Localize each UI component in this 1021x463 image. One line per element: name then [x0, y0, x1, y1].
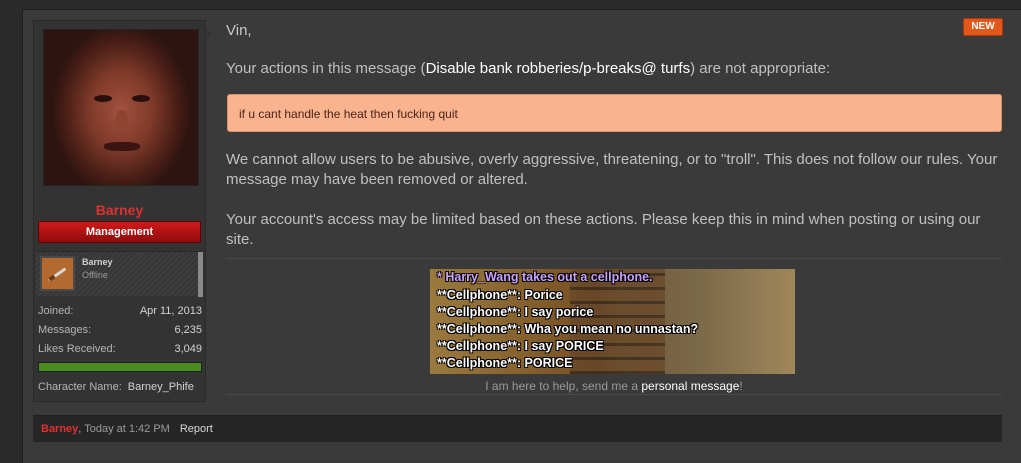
new-badge: NEW [963, 18, 1003, 36]
avatar-nose [116, 110, 128, 132]
reputation-bar [38, 362, 202, 372]
quoted-message: if u cant handle the heat then fucking q… [227, 94, 1002, 132]
signature-divider [226, 258, 1002, 259]
sig-line: **Cellphone**: I say PORICE [437, 339, 604, 353]
footer-divider [226, 394, 1002, 395]
stat-label: Likes Received: [38, 343, 116, 355]
avatar-mouth [104, 142, 140, 151]
caption-text: I am here to help, send me a [485, 379, 642, 393]
card-scrollbar[interactable] [198, 252, 203, 297]
sig-line: **Cellphone**: PORICE [437, 356, 573, 370]
sig-line: **Cellphone**: Wha you mean no unnastan? [437, 322, 699, 336]
shotgun-icon [48, 267, 67, 282]
character-avatar [40, 256, 75, 291]
stat-value[interactable]: 6,235 [174, 324, 202, 343]
stat-label: Joined: [38, 305, 74, 317]
report-link[interactable]: Report [180, 423, 213, 435]
character-name-row: Character Name: Barney_Phife [38, 381, 202, 393]
p1-text: Your actions in this message ( [226, 60, 426, 77]
message-paragraph-2: We cannot allow users to be abusive, ove… [226, 151, 998, 188]
greeting: Vin, [226, 22, 252, 39]
user-stats: Joined: Apr 11, 2013 Messages: 6,235 Lik… [38, 305, 202, 362]
sig-line: * Harry_Wang takes out a cellphone. [437, 270, 653, 284]
personal-message-link[interactable]: personal message [641, 379, 739, 393]
signature-image: * Harry_Wang takes out a cellphone. **Ce… [430, 269, 795, 374]
message-paragraph-3: Your account's access may be limited bas… [226, 211, 981, 248]
username[interactable]: Barney [34, 202, 205, 218]
stat-messages: Messages: 6,235 [38, 324, 202, 343]
character-card: Barney Offline [36, 251, 203, 297]
sig-line: **Cellphone**: Porice [437, 288, 563, 302]
footer-date[interactable]: , Today at 1:42 PM [78, 423, 170, 435]
stat-value: 3,049 [174, 343, 202, 355]
thread-title-link[interactable]: Disable bank robberies/p-breaks@ turfs [426, 60, 691, 77]
character-status: Offline [82, 270, 108, 280]
footer-author-link[interactable]: Barney [41, 423, 78, 435]
stat-joined: Joined: Apr 11, 2013 [38, 305, 202, 324]
character-name: Barney [82, 257, 113, 267]
avatar[interactable] [43, 29, 199, 186]
stat-value: Apr 11, 2013 [139, 305, 202, 317]
sidebar-pointer [206, 29, 211, 39]
avatar-eye-right [132, 95, 150, 102]
role-badge: Management [38, 221, 201, 243]
user-sidebar: Barney Management Barney Offline Joined:… [33, 20, 206, 402]
character-name-label: Character Name: [38, 381, 122, 393]
avatar-eye-left [94, 95, 112, 102]
p1-text-end: ) are not appropriate: [690, 60, 831, 77]
character-name-value: Barney_Phife [127, 381, 194, 393]
message-footer: Barney, Today at 1:42 PM Report [33, 415, 1002, 442]
stat-likes: Likes Received: 3,049 [38, 343, 202, 362]
stat-label: Messages: [38, 324, 92, 336]
message-paragraph-1: Your actions in this message (Disable ba… [226, 60, 830, 77]
caption-end: ! [739, 379, 743, 393]
sig-line: **Cellphone**: I say porice [437, 305, 594, 319]
signature-caption: I am here to help, send me a personal me… [226, 379, 1002, 393]
